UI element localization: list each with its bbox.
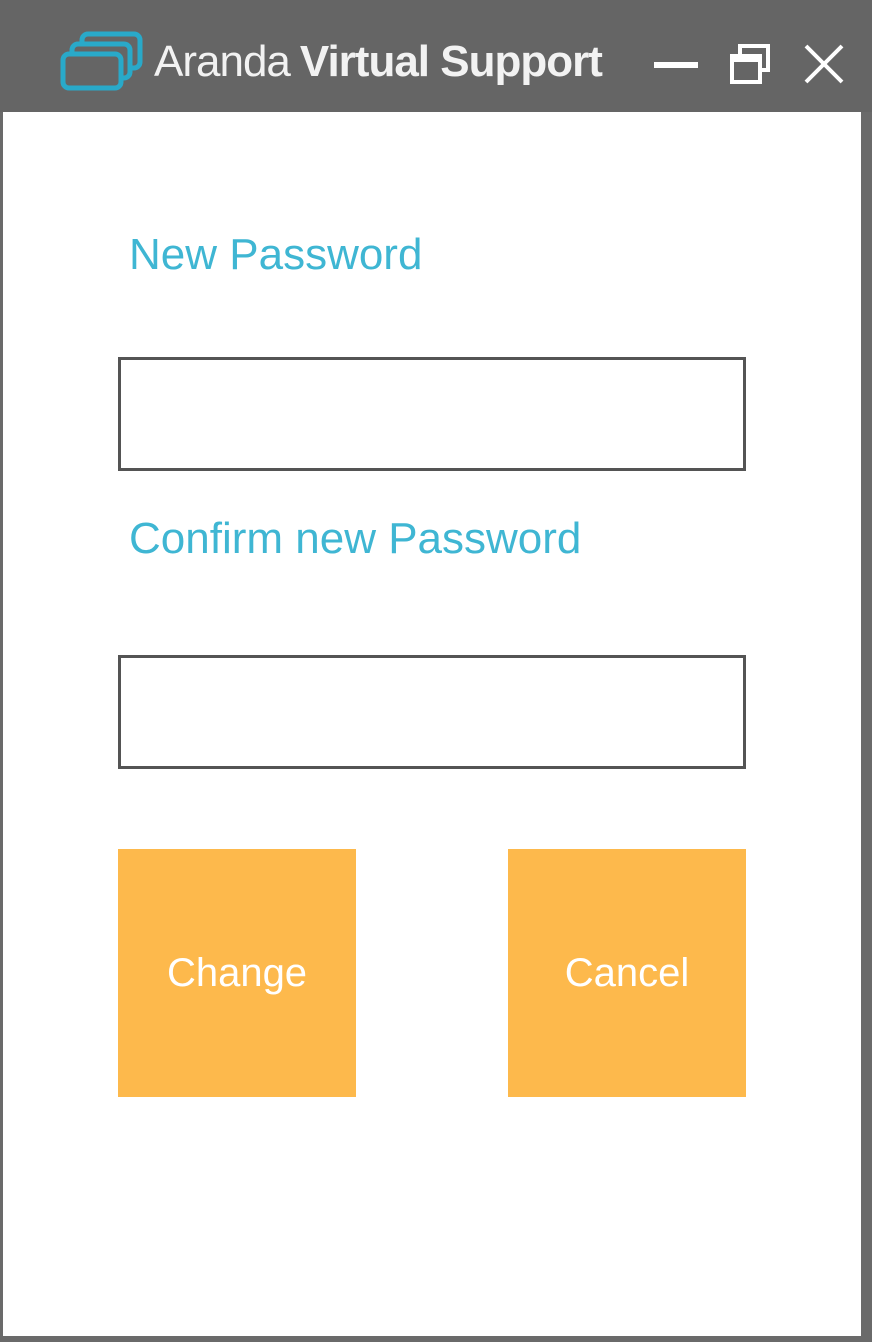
app-title: Aranda Virtual Support	[154, 34, 603, 90]
new-password-label: New Password	[129, 230, 423, 279]
close-icon	[804, 44, 844, 84]
new-password-field[interactable]	[118, 357, 746, 471]
minimize-icon	[654, 62, 698, 68]
app-title-brand: Aranda	[154, 37, 291, 86]
close-button[interactable]	[798, 38, 850, 90]
stacked-screens-icon	[60, 31, 143, 91]
app-title-product: Virtual Support	[299, 37, 603, 86]
window-controls	[650, 38, 850, 90]
confirm-password-field[interactable]	[118, 655, 746, 769]
password-change-window: Aranda Virtual Support New Password Conf…	[0, 0, 872, 1342]
restore-button[interactable]	[724, 38, 776, 90]
title-bar[interactable]: Aranda Virtual Support	[0, 0, 872, 112]
minimize-button[interactable]	[650, 38, 702, 90]
cancel-button[interactable]: Cancel	[508, 849, 746, 1097]
restore-icon	[730, 44, 770, 84]
change-button[interactable]: Change	[118, 849, 356, 1097]
form-panel: New Password Confirm new Password Change…	[3, 112, 861, 1336]
confirm-password-label: Confirm new Password	[129, 514, 582, 563]
